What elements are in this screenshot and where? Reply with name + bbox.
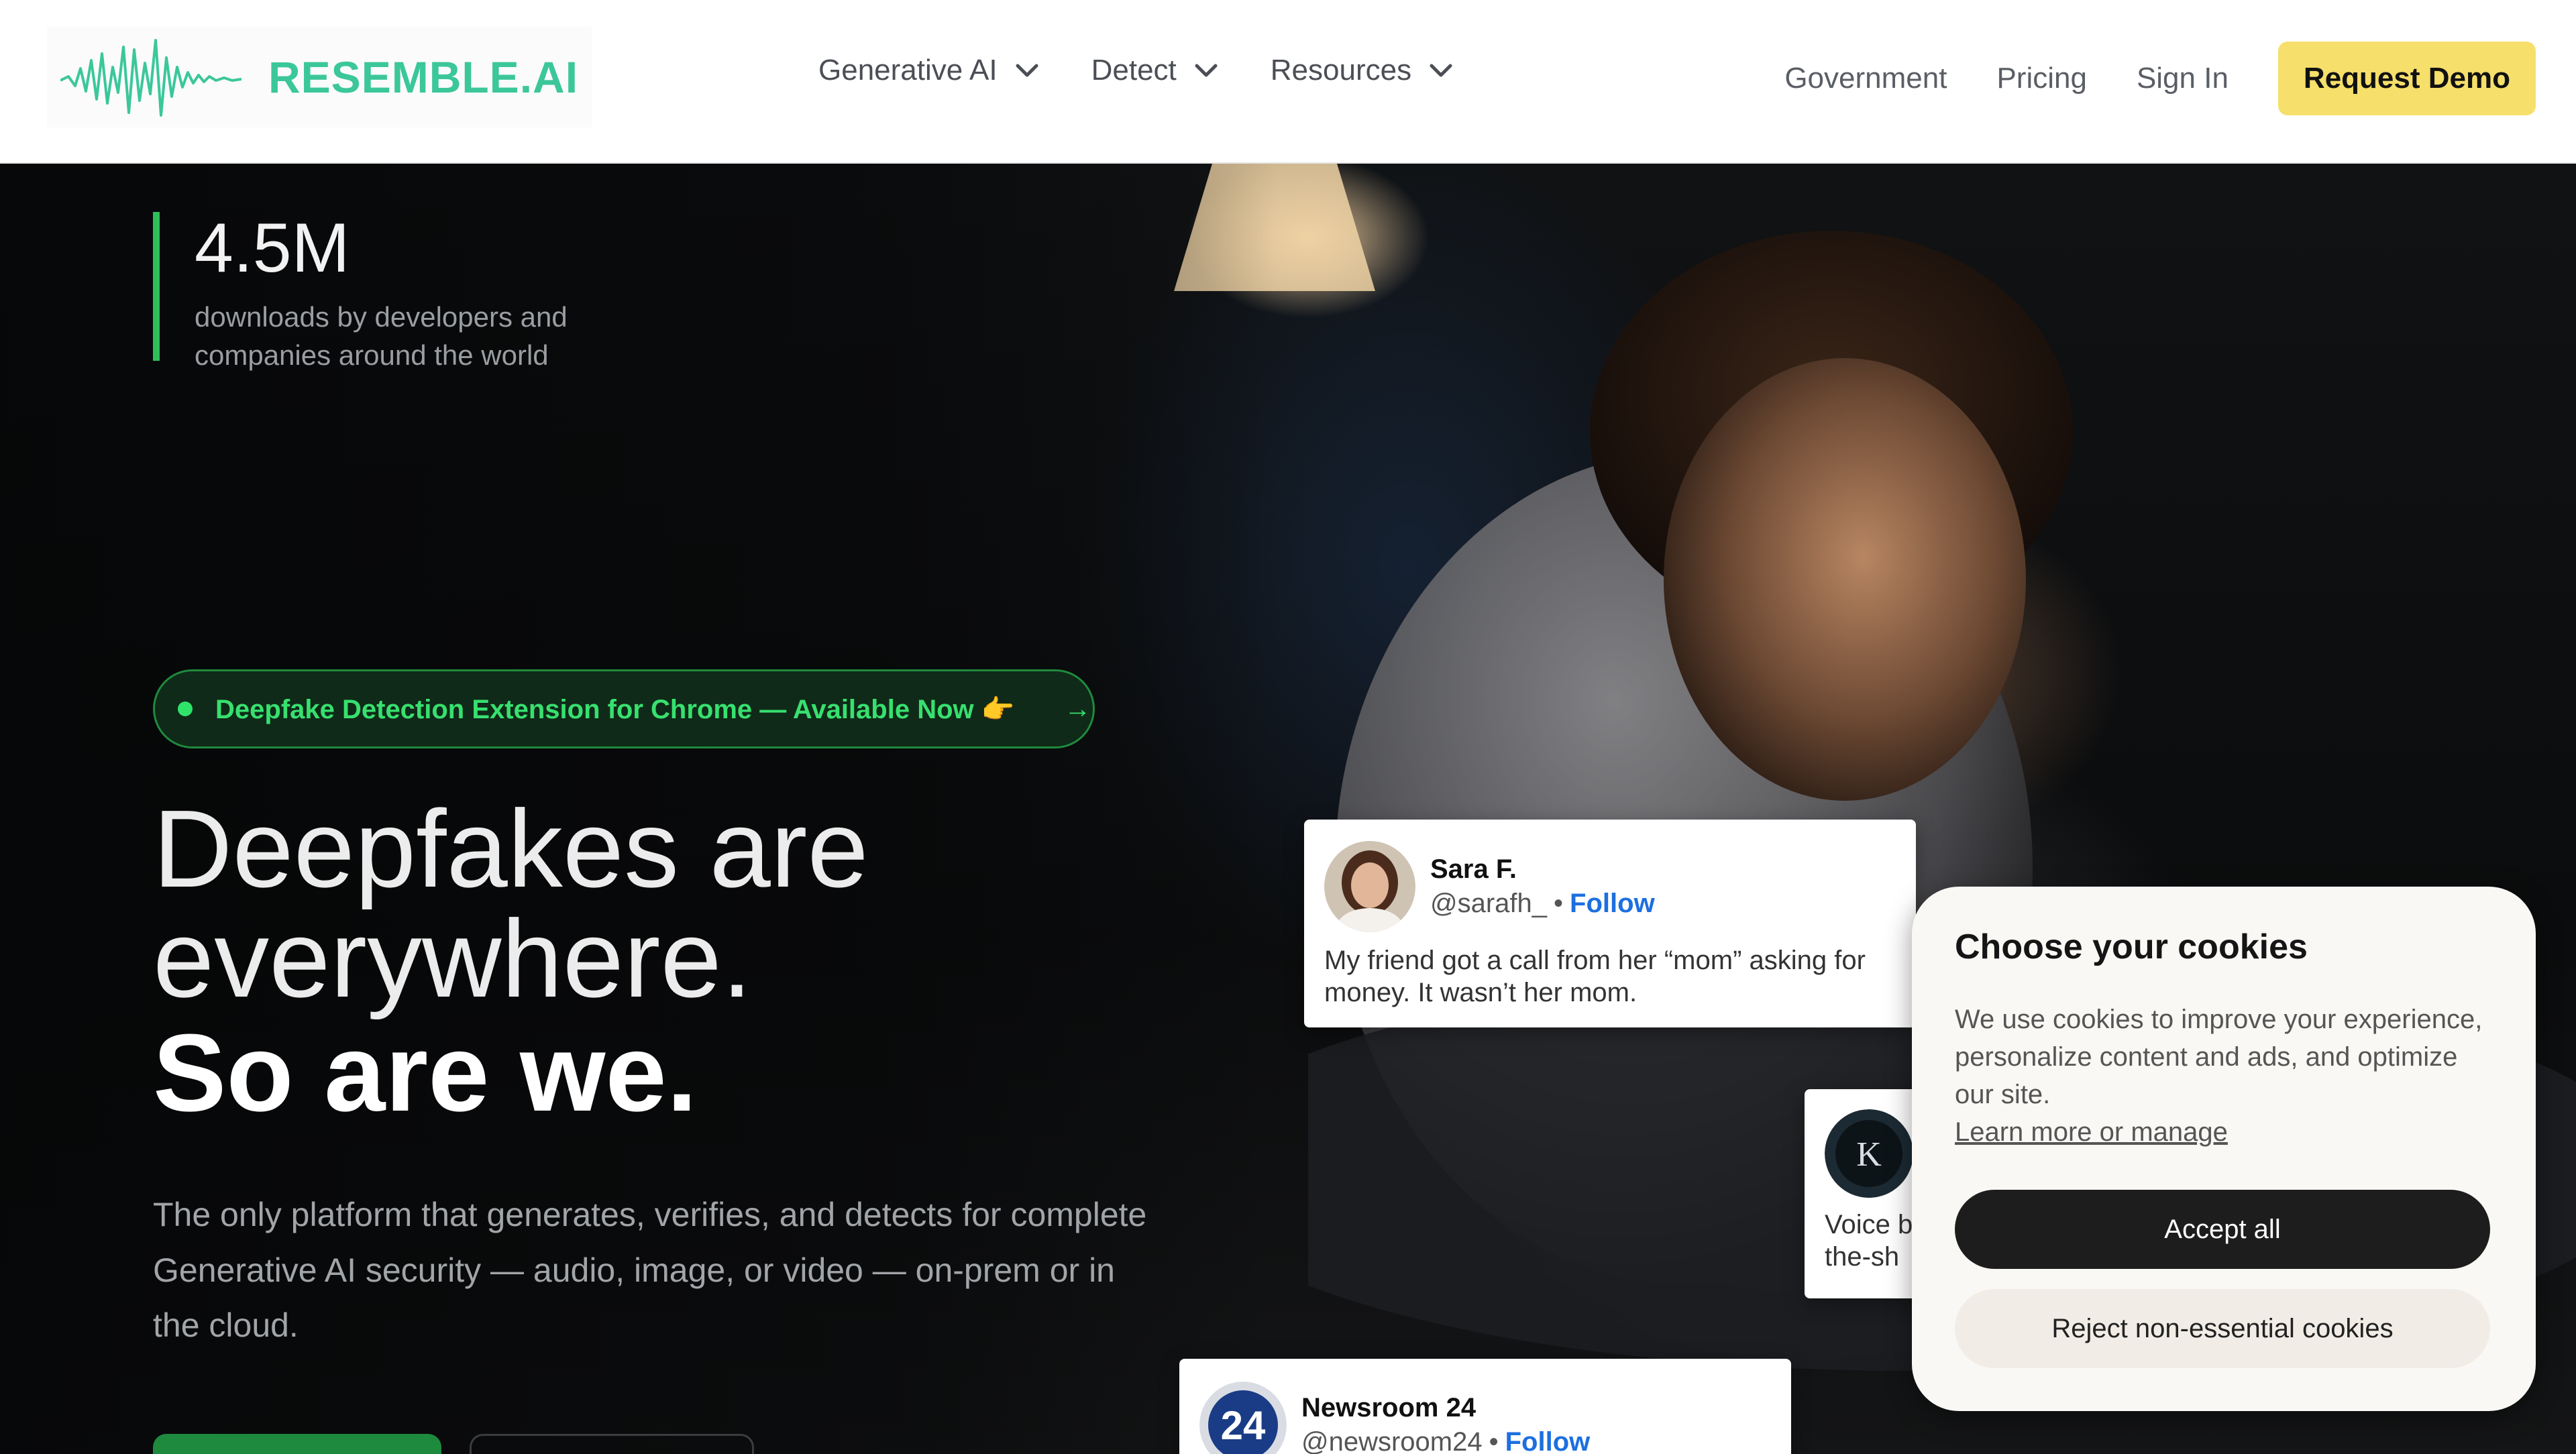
svg-text:K: K bbox=[1856, 1135, 1882, 1174]
nav-actions: Government Pricing Sign In Request Demo bbox=[1784, 42, 2536, 115]
stat-description: downloads by developers and companies ar… bbox=[195, 301, 568, 371]
download-stat: 4.5M downloads by developers and compani… bbox=[153, 209, 624, 371]
author-handle: @sarafh_ bbox=[1430, 889, 1548, 918]
stat-value: 4.5M bbox=[195, 209, 350, 287]
avatar bbox=[1324, 841, 1415, 932]
hero-headline: Deepfakes are everywhere. So are we. bbox=[153, 794, 869, 1128]
headline-line-1: Deepfakes are bbox=[153, 787, 869, 910]
author-name: Sara F. bbox=[1430, 854, 1517, 884]
secondary-cta-button[interactable] bbox=[470, 1434, 754, 1454]
author-name: Newsroom 24 bbox=[1301, 1393, 1477, 1422]
announcement-text: Deepfake Detection Extension for Chrome … bbox=[215, 694, 1015, 724]
testimonial-card: 24 Newsroom 24 @newsroom24 • Follow bbox=[1179, 1359, 1791, 1454]
nav-link-government[interactable]: Government bbox=[1784, 62, 1947, 95]
post-text: My friend got a call from her “mom” aski… bbox=[1324, 946, 1866, 1007]
headline-line-2: everywhere. bbox=[153, 897, 753, 1020]
cookie-title: Choose your cookies bbox=[1955, 928, 2308, 966]
testimonial-card: Sara F. @sarafh_ • Follow My friend got a … bbox=[1304, 820, 1916, 1027]
avatar: 24 bbox=[1199, 1382, 1287, 1454]
arrow-right-icon: → bbox=[1064, 693, 1091, 724]
svg-text:24: 24 bbox=[1221, 1403, 1266, 1448]
headline-bold: So are we. bbox=[153, 1011, 698, 1134]
separator: • bbox=[1554, 889, 1564, 918]
cookie-consent-dialog: Choose your cookies We use cookies to im… bbox=[1912, 887, 2536, 1411]
separator: • bbox=[1489, 1427, 1499, 1454]
follow-link[interactable]: Follow bbox=[1570, 889, 1655, 918]
avatar: K bbox=[1825, 1109, 1913, 1198]
hero-subcopy: The only platform that generates, verifi… bbox=[153, 1196, 1147, 1344]
waveform-icon bbox=[60, 39, 241, 117]
reject-cookies-button[interactable]: Reject non-essential cookies bbox=[1955, 1289, 2490, 1368]
accept-all-button[interactable]: Accept all bbox=[1955, 1190, 2490, 1269]
main-menu: Generative AI Detect Resources bbox=[818, 54, 1454, 87]
menu-label: Detect bbox=[1091, 54, 1177, 87]
menu-label: Generative AI bbox=[818, 54, 998, 87]
menu-label: Resources bbox=[1270, 54, 1412, 87]
follow-link[interactable]: Follow bbox=[1505, 1427, 1591, 1454]
nav-link-pricing[interactable]: Pricing bbox=[1996, 62, 2087, 95]
primary-cta-button[interactable] bbox=[153, 1434, 441, 1454]
chevron-down-icon bbox=[1430, 64, 1452, 77]
top-navbar: RESEMBLE.AI Generative AI Detect Resourc… bbox=[0, 0, 2576, 164]
menu-detect[interactable]: Detect bbox=[1091, 54, 1220, 87]
brand-name: RESEMBLE.AI bbox=[268, 52, 579, 102]
chrome-extension-announcement[interactable]: Deepfake Detection Extension for Chrome … bbox=[153, 669, 1095, 748]
brand-logo[interactable]: RESEMBLE.AI bbox=[47, 27, 592, 127]
learn-more-link[interactable]: Learn more or manage bbox=[1955, 1113, 2228, 1151]
request-demo-button[interactable]: Request Demo bbox=[2277, 42, 2536, 115]
nav-link-sign-in[interactable]: Sign In bbox=[2137, 62, 2229, 95]
menu-generative-ai[interactable]: Generative AI bbox=[818, 54, 1040, 87]
status-dot-icon bbox=[178, 702, 193, 716]
chevron-down-icon bbox=[1016, 64, 1038, 77]
cookie-description: We use cookies to improve your experienc… bbox=[1955, 1005, 2483, 1109]
chevron-down-icon bbox=[1195, 64, 1218, 77]
author-handle: @newsroom24 bbox=[1301, 1427, 1483, 1454]
menu-resources[interactable]: Resources bbox=[1271, 54, 1454, 87]
